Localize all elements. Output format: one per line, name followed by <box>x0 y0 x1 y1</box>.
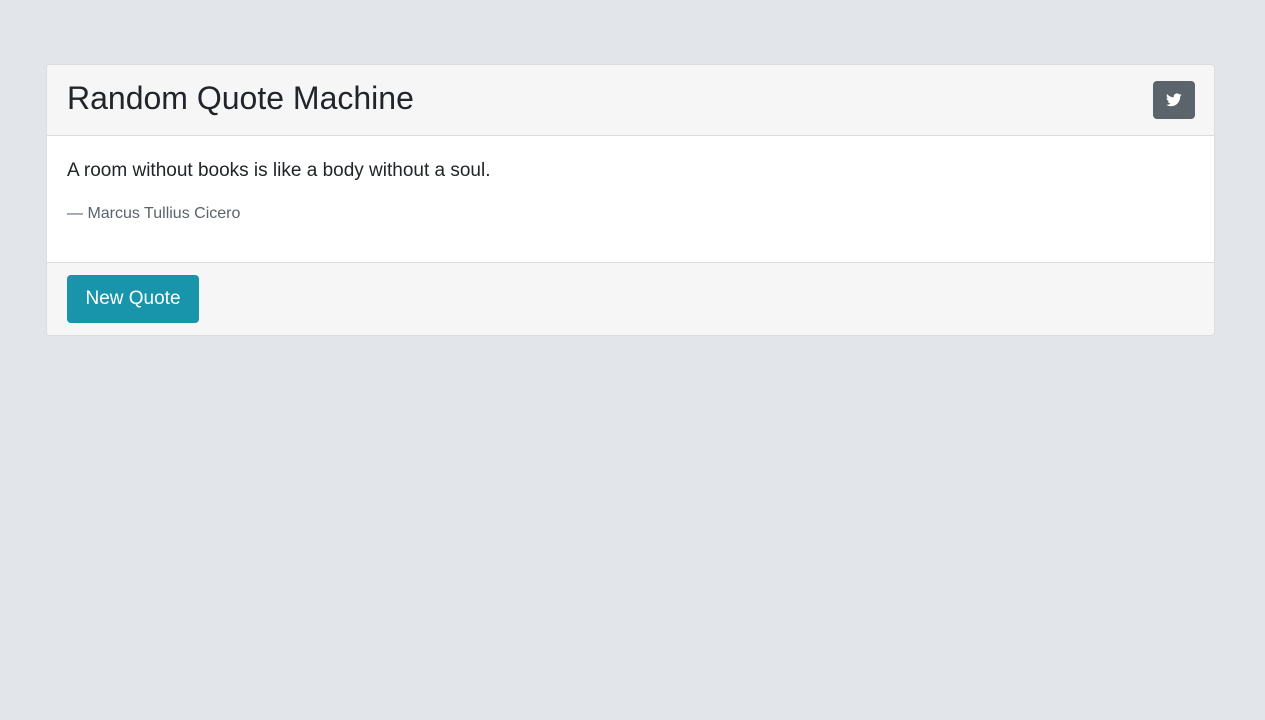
card-footer: New Quote <box>47 262 1214 335</box>
card-header: Random Quote Machine <box>47 65 1214 136</box>
quote-text: A room without books is like a body with… <box>67 160 491 181</box>
card-body: A room without books is like a body with… <box>47 136 1214 262</box>
new-quote-button[interactable]: New Quote <box>67 275 199 323</box>
quote-card: Random Quote Machine A room without book… <box>46 64 1215 336</box>
quote-author: — Marcus Tullius Cicero <box>67 205 241 222</box>
twitter-icon <box>1166 93 1182 107</box>
page-title: Random Quote Machine <box>67 80 414 116</box>
tweet-quote-button[interactable] <box>1153 81 1195 119</box>
